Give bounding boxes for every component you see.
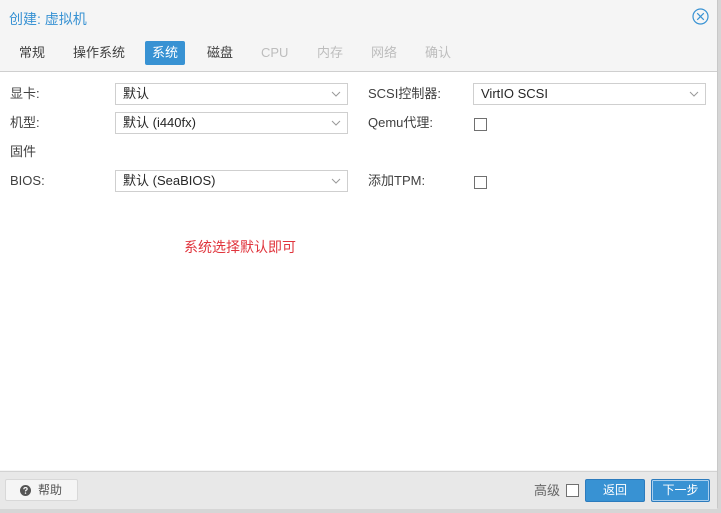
title-bar: 创建: 虚拟机: [0, 0, 717, 36]
chevron-down-icon: [689, 91, 699, 97]
advanced-checkbox[interactable]: [566, 484, 579, 497]
tab-network: 网络: [371, 45, 398, 60]
wizard-tabs: 常规 操作系统 系统 磁盘 CPU 内存 网络 确认: [0, 37, 717, 72]
advanced-label: 高级: [534, 483, 561, 498]
next-button[interactable]: 下一步: [651, 479, 710, 502]
graphics-select[interactable]: 默认: [115, 83, 348, 105]
close-circle-icon: [692, 8, 709, 25]
help-button[interactable]: 帮助: [5, 479, 78, 501]
qemu-agent-label: Qemu代理:: [368, 115, 434, 130]
dialog-footer: 帮助 高级 返回 下一步: [0, 471, 717, 509]
tab-memory: 内存: [317, 45, 344, 60]
qemu-agent-checkbox[interactable]: [474, 118, 487, 131]
firmware-heading: 固件: [10, 144, 37, 159]
tab-general[interactable]: 常规: [12, 41, 52, 65]
add-tpm-checkbox[interactable]: [474, 176, 487, 189]
chevron-down-icon: [331, 120, 341, 126]
chevron-down-icon: [331, 178, 341, 184]
system-form-panel: 显卡: 默认 机型: 默认 (i440fx) 固件 BIOS: 默认 (SeaB…: [0, 72, 717, 470]
chevron-down-icon: [331, 91, 341, 97]
graphics-value: 默认: [123, 86, 150, 101]
machine-select[interactable]: 默认 (i440fx): [115, 112, 348, 134]
close-button[interactable]: [692, 8, 709, 25]
tab-cpu: CPU: [261, 45, 289, 60]
question-circle-icon: [20, 485, 31, 496]
annotation-note: 系统选择默认即可: [184, 239, 296, 255]
machine-label: 机型:: [10, 115, 40, 130]
bios-select[interactable]: 默认 (SeaBIOS): [115, 170, 348, 192]
add-tpm-label: 添加TPM:: [368, 173, 426, 188]
tab-disk[interactable]: 磁盘: [200, 41, 240, 65]
machine-value: 默认 (i440fx): [123, 115, 196, 130]
tab-system[interactable]: 系统: [145, 41, 186, 65]
help-label: 帮助: [38, 483, 63, 497]
scsi-controller-select[interactable]: VirtIO SCSI: [473, 83, 706, 105]
tab-os[interactable]: 操作系统: [66, 41, 132, 65]
scsi-controller-value: VirtIO SCSI: [481, 86, 548, 101]
back-button[interactable]: 返回: [585, 479, 645, 502]
bios-label: BIOS:: [10, 173, 45, 188]
create-vm-dialog: 创建: 虚拟机 常规 操作系统 系统 磁盘 CPU 内存 网络 确认 显卡: 默…: [0, 0, 718, 509]
tab-confirm: 确认: [425, 45, 452, 60]
graphics-label: 显卡:: [10, 86, 40, 101]
bios-value: 默认 (SeaBIOS): [123, 173, 216, 188]
dialog-title: 创建: 虚拟机: [9, 11, 87, 27]
scsi-controller-label: SCSI控制器:: [368, 86, 441, 101]
